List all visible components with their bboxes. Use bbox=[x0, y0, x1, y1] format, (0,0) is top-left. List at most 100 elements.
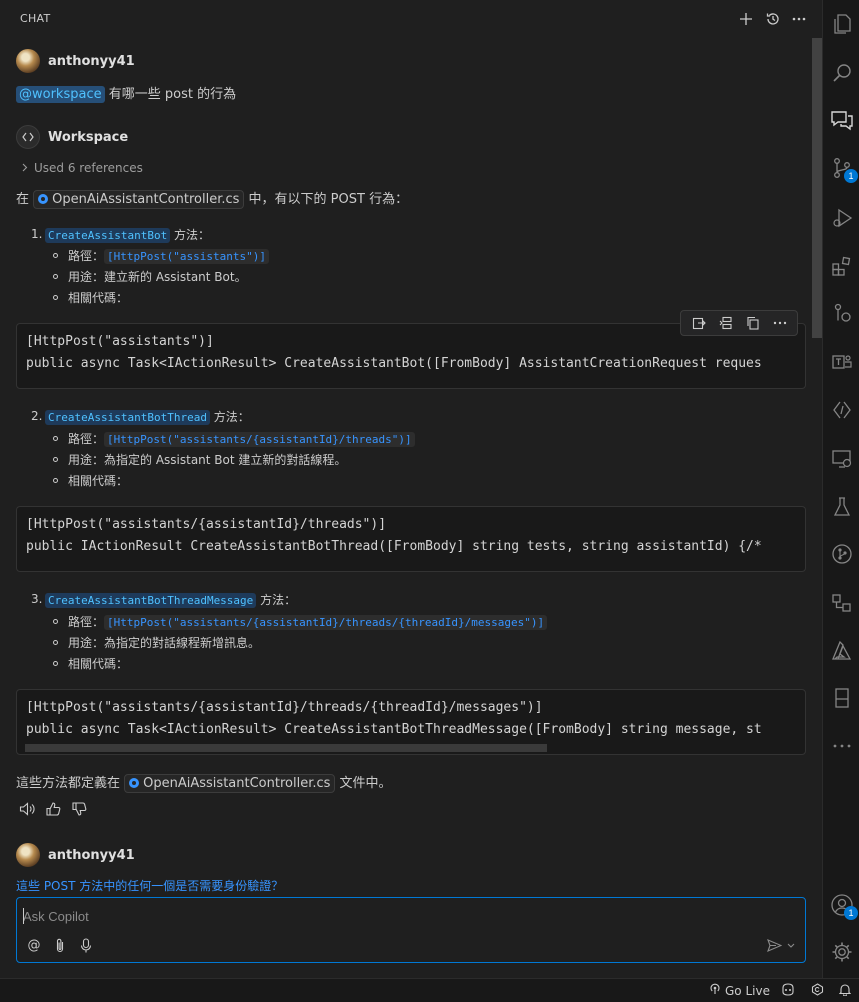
path-label: 路徑： bbox=[68, 432, 105, 446]
source-control-icon[interactable]: 1 bbox=[829, 155, 858, 183]
file-reference[interactable]: OpenAiAssistantController.cs bbox=[33, 190, 245, 209]
usage-line: 用途：為指定的 Assistant Bot 建立新的對話線程。 bbox=[68, 453, 347, 467]
chat-scrollbar[interactable] bbox=[812, 38, 822, 338]
thumbs-up-icon[interactable] bbox=[44, 800, 62, 818]
teams-toolkit-icon[interactable] bbox=[829, 349, 855, 375]
more-icon[interactable] bbox=[770, 313, 790, 333]
bullet bbox=[53, 295, 58, 300]
path-label: 路徑： bbox=[68, 615, 105, 629]
notifications-bell-icon[interactable] bbox=[839, 983, 851, 996]
settings-gear-icon[interactable] bbox=[829, 939, 855, 965]
explorer-files-icon[interactable] bbox=[829, 11, 855, 37]
list-item-heading: CreateAssistantBotThread 方法： bbox=[45, 408, 250, 425]
csharp-file-icon bbox=[129, 778, 140, 788]
user-message: @workspace 有哪一些 post 的行為 bbox=[16, 83, 237, 103]
code-block[interactable]: [HttpPost("assistants/{assistantId}/thre… bbox=[16, 506, 806, 572]
usage-line: 用途：為指定的對話線程新增訊息。 bbox=[68, 636, 261, 650]
code-block[interactable]: [HttpPost("assistants/{assistantId}/thre… bbox=[16, 689, 806, 755]
user-avatar bbox=[16, 843, 40, 867]
bullet bbox=[53, 457, 58, 462]
intro-suffix: 中，有以下的 POST 行為： bbox=[244, 192, 409, 207]
history-icon[interactable] bbox=[763, 9, 783, 29]
testing-flask-icon[interactable] bbox=[829, 494, 855, 520]
go-live-button[interactable]: Go Live bbox=[709, 983, 770, 998]
attach-paperclip-icon[interactable] bbox=[51, 936, 69, 954]
user-question: 這些 POST 方法中的任何一個是否需要身份驗證？ bbox=[16, 879, 284, 893]
send-icon[interactable] bbox=[765, 936, 783, 954]
read-aloud-icon[interactable] bbox=[18, 800, 36, 818]
git-graph-icon[interactable] bbox=[829, 541, 855, 567]
csharp-language-status-icon[interactable] bbox=[811, 983, 824, 996]
remote-explorer-icon[interactable] bbox=[829, 446, 855, 472]
panel-header: CHAT bbox=[0, 0, 822, 38]
list-number: 1. bbox=[31, 227, 43, 241]
method-name: CreateAssistantBotThreadMessage bbox=[45, 593, 257, 608]
user-message-text: 有哪一些 post 的行為 bbox=[104, 87, 237, 102]
bullet bbox=[53, 619, 58, 624]
chat-input-box: @ bbox=[16, 897, 806, 963]
list-number: 2. bbox=[31, 409, 43, 423]
route-path: [HttpPost("assistants")] bbox=[104, 249, 269, 264]
used-references-toggle[interactable]: Used 6 references bbox=[22, 161, 143, 175]
go-live-label: Go Live bbox=[725, 983, 770, 998]
activity-bar: 1 1 bbox=[822, 0, 859, 978]
mention-at-icon[interactable]: @ bbox=[25, 936, 43, 954]
bullet bbox=[53, 661, 58, 666]
path-line: 路徑： [HttpPost("assistants")] bbox=[68, 247, 269, 264]
used-references-label: Used 6 references bbox=[34, 161, 143, 175]
panel-title: CHAT bbox=[20, 12, 51, 25]
copilot-status-icon[interactable] bbox=[781, 983, 795, 996]
power-platform-icon[interactable] bbox=[829, 397, 855, 423]
more-views-icon[interactable] bbox=[829, 733, 855, 759]
code-label: 相關代碼： bbox=[68, 474, 129, 488]
apply-in-editor-icon[interactable] bbox=[689, 313, 709, 333]
source-control-badge: 1 bbox=[844, 169, 858, 183]
bullet bbox=[53, 478, 58, 483]
send-options-chevron-down-icon[interactable] bbox=[785, 936, 797, 954]
bullet bbox=[53, 436, 58, 441]
method-suffix: 方法： bbox=[170, 228, 211, 242]
code-line: public IActionResult CreateAssistantBotT… bbox=[26, 539, 762, 554]
chevron-right-icon bbox=[22, 161, 28, 175]
method-name: CreateAssistantBot bbox=[45, 228, 171, 243]
new-chat-plus-icon[interactable] bbox=[736, 9, 756, 29]
copy-icon[interactable] bbox=[743, 313, 763, 333]
azure-icon[interactable] bbox=[829, 638, 855, 664]
search-icon[interactable] bbox=[829, 60, 855, 86]
chat-panel: CHAT anthonyy41 @workspace 有哪一些 post 的行為… bbox=[0, 0, 822, 978]
route-path: [HttpPost("assistants/{assistantId}/thre… bbox=[104, 432, 415, 447]
testing-extension-icon[interactable] bbox=[829, 300, 855, 326]
accounts-icon[interactable]: 1 bbox=[829, 892, 858, 920]
route-path: [HttpPost("assistants/{assistantId}/thre… bbox=[104, 615, 548, 630]
run-and-debug-icon[interactable] bbox=[829, 205, 855, 231]
answer-outro: 這些方法都定義在 OpenAiAssistantController.cs 文件… bbox=[16, 772, 392, 793]
project-manager-icon[interactable] bbox=[829, 590, 855, 616]
device-panel-icon[interactable] bbox=[829, 685, 855, 711]
assistant-name: Workspace bbox=[48, 130, 129, 145]
code-line: public async Task<IActionResult> CreateA… bbox=[26, 356, 762, 371]
microphone-icon[interactable] bbox=[77, 936, 95, 954]
ask-copilot-input[interactable] bbox=[23, 906, 783, 926]
bullet bbox=[53, 640, 58, 645]
outro-prefix: 這些方法都定義在 bbox=[16, 776, 125, 791]
more-actions-icon[interactable] bbox=[789, 9, 809, 29]
workspace-agent-tag[interactable]: @workspace bbox=[16, 86, 105, 103]
file-reference-name: OpenAiAssistantController.cs bbox=[52, 192, 240, 207]
code-horizontal-scrollbar[interactable] bbox=[25, 744, 547, 752]
code-label: 相關代碼： bbox=[68, 657, 129, 671]
code-line: public async Task<IActionResult> CreateA… bbox=[26, 722, 762, 737]
chat-icon[interactable] bbox=[829, 107, 855, 133]
extensions-icon[interactable] bbox=[829, 253, 855, 279]
broadcast-icon bbox=[709, 983, 721, 998]
status-bar: Go Live bbox=[0, 978, 859, 1002]
path-line: 路徑： [HttpPost("assistants/{assistantId}/t… bbox=[68, 613, 548, 630]
usage-line: 用途：建立新的 Assistant Bot。 bbox=[68, 270, 247, 284]
user-name: anthonyy41 bbox=[48, 848, 135, 863]
path-label: 路徑： bbox=[68, 249, 105, 263]
file-reference[interactable]: OpenAiAssistantController.cs bbox=[124, 774, 336, 793]
bullet bbox=[53, 274, 58, 279]
thumbs-down-icon[interactable] bbox=[70, 800, 88, 818]
method-name: CreateAssistantBotThread bbox=[45, 410, 210, 425]
insert-at-cursor-icon[interactable] bbox=[716, 313, 736, 333]
text-caret bbox=[23, 908, 24, 924]
